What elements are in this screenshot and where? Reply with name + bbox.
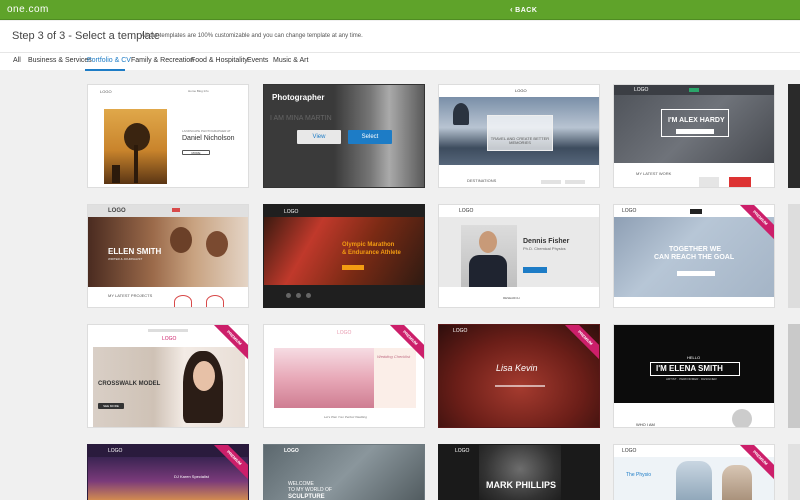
- template-title: Photographer: [272, 93, 325, 102]
- page-header: Step 3 of 3 - Select a template All our …: [0, 21, 800, 52]
- template-section-title: WHO I AM: [636, 422, 655, 427]
- active-tab-indicator: [85, 69, 125, 71]
- tab-portfolio-cv[interactable]: Portfolio & CV: [87, 57, 131, 64]
- tab-business-services[interactable]: Business & Services: [28, 57, 92, 64]
- template-card-ellen-smith[interactable]: LOGO ELLEN SMITH WRITER & JOURNALIST MY …: [87, 204, 249, 308]
- top-bar: one.com ‹ BACK: [0, 0, 800, 20]
- template-name: ELLEN SMITH: [108, 247, 162, 256]
- template-hero-image: [93, 347, 245, 427]
- template-card-alex-hardy[interactable]: LOGO I'M ALEX HARDY MY LATEST WORK: [613, 84, 775, 188]
- template-section-title: MY LATEST WORK: [636, 171, 672, 176]
- tab-events[interactable]: Events: [247, 57, 268, 64]
- page-title: Step 3 of 3 - Select a template: [12, 30, 160, 42]
- template-headline: Olympic Marathon: [342, 242, 395, 248]
- template-logo: LOGO: [337, 330, 352, 336]
- template-logo: LOGO: [108, 208, 126, 214]
- template-caption: Let's Plan Your Perfect Wedding: [324, 415, 367, 419]
- view-button[interactable]: View: [297, 130, 341, 144]
- template-name: Daniel Nicholson: [182, 135, 235, 142]
- template-logo: LOGO: [162, 336, 177, 342]
- back-button[interactable]: ‹ BACK: [510, 5, 537, 14]
- template-headline: TRAVEL AND CREATE BETTER MEMORIES: [490, 136, 550, 145]
- template-headline-3: SCULPTURE: [288, 494, 325, 500]
- template-subtitle: ARTIST · PERFORMER · DESIGNER: [666, 377, 717, 381]
- template-card-partial[interactable]: [788, 204, 800, 308]
- select-button[interactable]: Select: [348, 130, 392, 144]
- template-card-goal[interactable]: LOGO TOGETHER WE CAN REACH THE GOAL PREM…: [613, 204, 775, 308]
- template-photo: [104, 109, 167, 184]
- template-logo: LOGO: [453, 328, 468, 334]
- template-role: Ph.D. Chemical Physics: [523, 246, 566, 251]
- template-name: Dennis Fisher: [523, 238, 570, 245]
- template-logo: LOGO: [515, 88, 527, 93]
- tab-music-art[interactable]: Music & Art: [273, 57, 308, 64]
- template-logo: LOGO: [622, 448, 637, 454]
- template-headline: I'M ELENA SMITH: [656, 364, 723, 373]
- template-more-button: MORE: [182, 150, 210, 155]
- template-logo: LOGO: [100, 89, 112, 94]
- tab-food-hospitality[interactable]: Food & Hospitality: [191, 57, 248, 64]
- template-card-partial[interactable]: [788, 444, 800, 500]
- tab-all[interactable]: All: [13, 57, 21, 64]
- template-card-photographer[interactable]: Photographer I AM MINA MARTIN View Selec…: [263, 84, 425, 188]
- chevron-left-icon: ‹: [510, 5, 514, 14]
- template-title: The Physio: [626, 472, 652, 478]
- template-card-sculpture[interactable]: LOGO WELCOME TO MY WORLD OF SCULPTURE: [263, 444, 425, 500]
- template-hero-image: [88, 457, 248, 500]
- template-section-title: RESEARCH: [503, 296, 520, 300]
- template-name: DJ Karen Specialist: [174, 474, 209, 479]
- template-section-title: MY LATEST PROJECTS: [108, 293, 153, 298]
- template-headline: I'M ALEX HARDY: [668, 117, 725, 124]
- template-logo: LOGO: [284, 448, 299, 454]
- template-hero-image: [479, 445, 561, 500]
- template-name: MARK PHILLIPS: [486, 480, 557, 490]
- template-logo: LOGO: [634, 87, 649, 93]
- template-card-mark-phillips[interactable]: LOGO MARK PHILLIPS: [438, 444, 600, 500]
- template-hero: [614, 457, 774, 500]
- template-logo: LOGO: [459, 208, 474, 214]
- template-card-athlete[interactable]: LOGO Olympic Marathon & Endurance Athlet…: [263, 204, 425, 308]
- template-card-dennis-fisher[interactable]: LOGO Dennis Fisher Ph.D. Chemical Physic…: [438, 204, 600, 308]
- template-logo: LOGO: [455, 448, 470, 454]
- template-logo: LOGO: [284, 209, 299, 215]
- template-logo: LOGO: [622, 208, 637, 214]
- template-card-partial[interactable]: [788, 324, 800, 428]
- template-name: Lisa Kevin: [496, 363, 538, 373]
- category-tabs: All Business & Services Portfolio & CV F…: [0, 52, 800, 71]
- template-overlay-box: [487, 115, 553, 151]
- template-card-partial[interactable]: [788, 84, 800, 188]
- template-headline: I AM MINA MARTIN: [270, 115, 332, 122]
- template-card-elena-smith[interactable]: HELLO I'M ELENA SMITH ARTIST · PERFORMER…: [613, 324, 775, 428]
- template-hero-image: [439, 325, 599, 427]
- template-see-more-button: SEE MORE: [98, 403, 124, 409]
- tab-family-recreation[interactable]: Family & Recreation: [131, 57, 194, 64]
- template-nav: Home Blog Info: [188, 89, 209, 93]
- template-card-wedding[interactable]: LOGO Wedding Checklist Let's Plan Your P…: [263, 324, 425, 428]
- template-script-title: Wedding Checklist: [377, 354, 411, 359]
- template-section-title: DESTINATIONS: [467, 178, 497, 183]
- template-subtitle: WRITER & JOURNALIST: [108, 257, 143, 261]
- template-logo: LOGO: [108, 448, 123, 454]
- template-hero: [439, 217, 599, 287]
- brand-logo[interactable]: one.com: [7, 4, 49, 15]
- page-subtitle: All our templates are 100% customizable …: [141, 33, 363, 39]
- template-headline-2: CAN REACH THE GOAL: [654, 254, 735, 261]
- template-card-dj[interactable]: LOGO DJ Karen Specialist PREMIUM: [87, 444, 249, 500]
- template-headline: TOGETHER WE: [669, 246, 721, 253]
- template-headline-2: TO MY WORLD OF: [288, 487, 332, 493]
- template-headline-2: & Endurance Athlete: [342, 250, 401, 256]
- template-card-crosswalk-model[interactable]: LOGO CROSSWALK MODEL SEE MORE PREMIUM: [87, 324, 249, 428]
- template-card-daniel-nicholson[interactable]: LOGO Home Blog Info LANDSCAPE PHOTOGRAPH…: [87, 84, 249, 188]
- template-card-physio[interactable]: LOGO The Physio PREMIUM: [613, 444, 775, 500]
- template-hero-image: [274, 348, 374, 408]
- template-name: CROSSWALK MODEL: [98, 381, 161, 387]
- template-hello: HELLO: [687, 355, 701, 360]
- template-card-lisa-kevin[interactable]: LOGO Lisa Kevin PREMIUM: [438, 324, 600, 428]
- template-card-travel[interactable]: LOGO TRAVEL AND CREATE BETTER MEMORIES D…: [438, 84, 600, 188]
- template-tagline: LANDSCAPE PHOTOGRAPHER AT: [182, 129, 231, 133]
